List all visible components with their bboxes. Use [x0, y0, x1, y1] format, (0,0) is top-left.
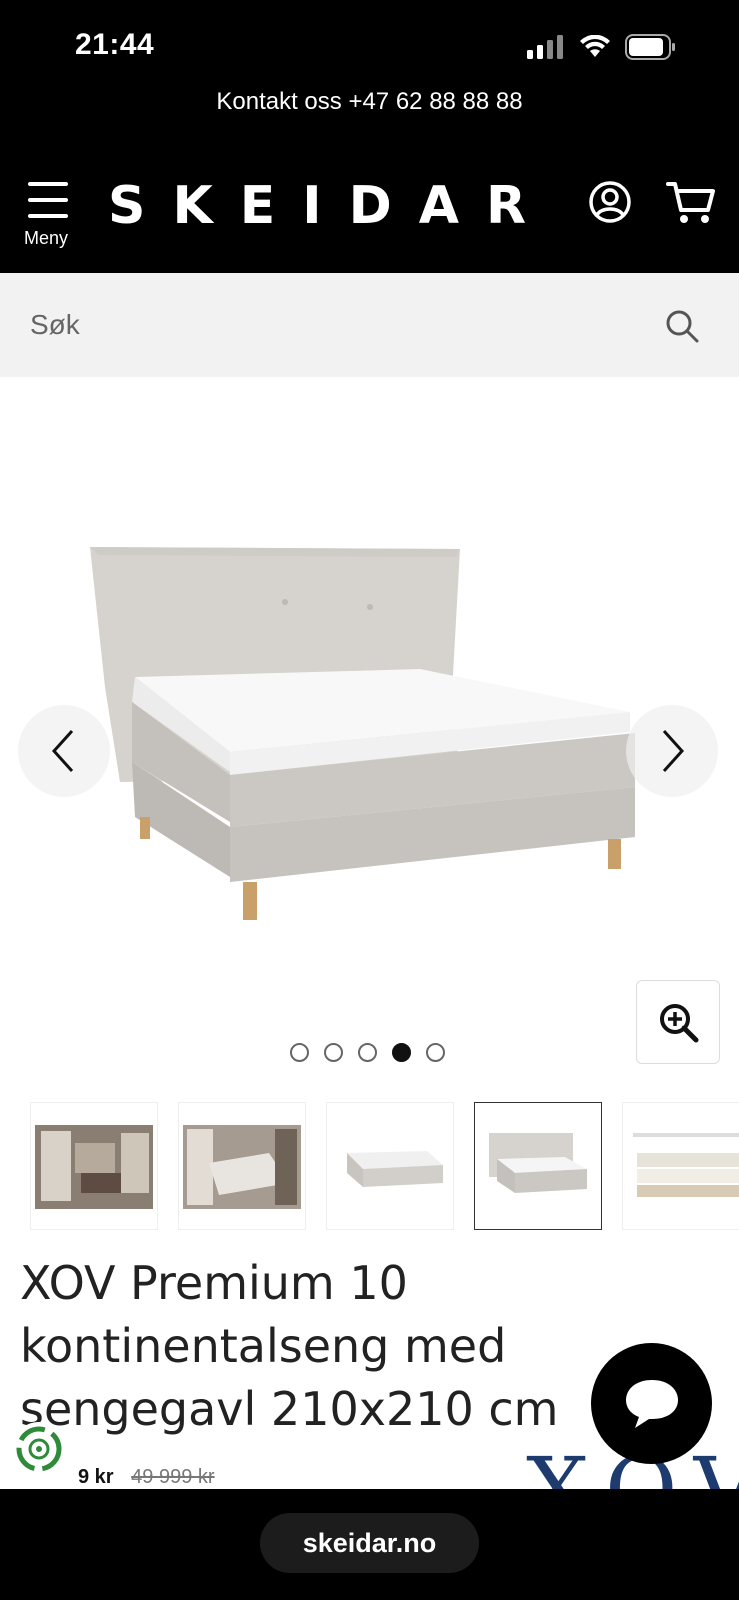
- gallery-dot[interactable]: [358, 1043, 377, 1062]
- site-header: Meny SKEIDAR: [0, 136, 739, 273]
- gallery-dot[interactable]: [290, 1043, 309, 1062]
- thumbnail-strip: [0, 1100, 739, 1232]
- gallery-dot[interactable]: [426, 1043, 445, 1062]
- contact-bar[interactable]: Kontakt oss +47 62 88 88 88: [0, 80, 739, 136]
- url-bar[interactable]: skeidar.no: [260, 1513, 479, 1573]
- battery-icon: [625, 34, 675, 60]
- product-title: XOV Premium 10 kontinentalseng med senge…: [20, 1256, 559, 1436]
- site-logo[interactable]: SKEIDAR: [108, 176, 553, 236]
- status-icons: [527, 34, 677, 60]
- product-gallery: [0, 377, 739, 1077]
- chevron-right-icon: [662, 729, 685, 773]
- next-image-button[interactable]: [626, 705, 718, 797]
- hamburger-menu-icon: [28, 182, 68, 218]
- search-bar: [0, 273, 739, 377]
- browser-bottom-bar: skeidar.no: [0, 1489, 739, 1600]
- status-time: 21:44: [75, 28, 155, 61]
- gallery-dot-active[interactable]: [392, 1043, 411, 1062]
- recycle-badge[interactable]: [12, 1422, 66, 1476]
- menu-label: Meny: [24, 228, 69, 248]
- search-button[interactable]: [664, 308, 704, 348]
- chat-button[interactable]: [591, 1343, 712, 1464]
- chevron-left-icon: [51, 729, 74, 773]
- price-original: 49 999 kr: [131, 1466, 215, 1488]
- contact-text[interactable]: Kontakt oss +47 62 88 88 88: [216, 88, 522, 115]
- zoom-in-icon: [660, 1004, 699, 1043]
- cart-button[interactable]: [666, 180, 718, 226]
- price-row: 9 kr 49 999 kr: [78, 1466, 215, 1489]
- account-button[interactable]: [588, 180, 632, 224]
- thumbnail-active[interactable]: [474, 1102, 602, 1230]
- search-input[interactable]: [30, 303, 630, 347]
- gallery-dot[interactable]: [324, 1043, 343, 1062]
- product-image[interactable]: [80, 537, 660, 937]
- wifi-icon: [580, 35, 610, 57]
- menu-button[interactable]: Meny: [20, 182, 76, 252]
- search-icon: [666, 310, 699, 343]
- cellular-signal-icon: [527, 35, 563, 59]
- chat-bubble-icon: [626, 1380, 678, 1428]
- thumbnail[interactable]: [30, 1102, 158, 1230]
- user-circle-icon: [589, 181, 631, 223]
- thumbnail[interactable]: [178, 1102, 306, 1230]
- recycle-icon: [16, 1426, 62, 1472]
- status-bar: 21:44: [0, 0, 739, 80]
- thumbnail[interactable]: [622, 1102, 739, 1230]
- zoom-button[interactable]: [636, 980, 720, 1064]
- previous-image-button[interactable]: [18, 705, 110, 797]
- thumbnail[interactable]: [326, 1102, 454, 1230]
- shopping-cart-icon: [666, 182, 715, 223]
- price-current: 9 kr: [78, 1466, 114, 1488]
- gallery-dots: [290, 1043, 445, 1062]
